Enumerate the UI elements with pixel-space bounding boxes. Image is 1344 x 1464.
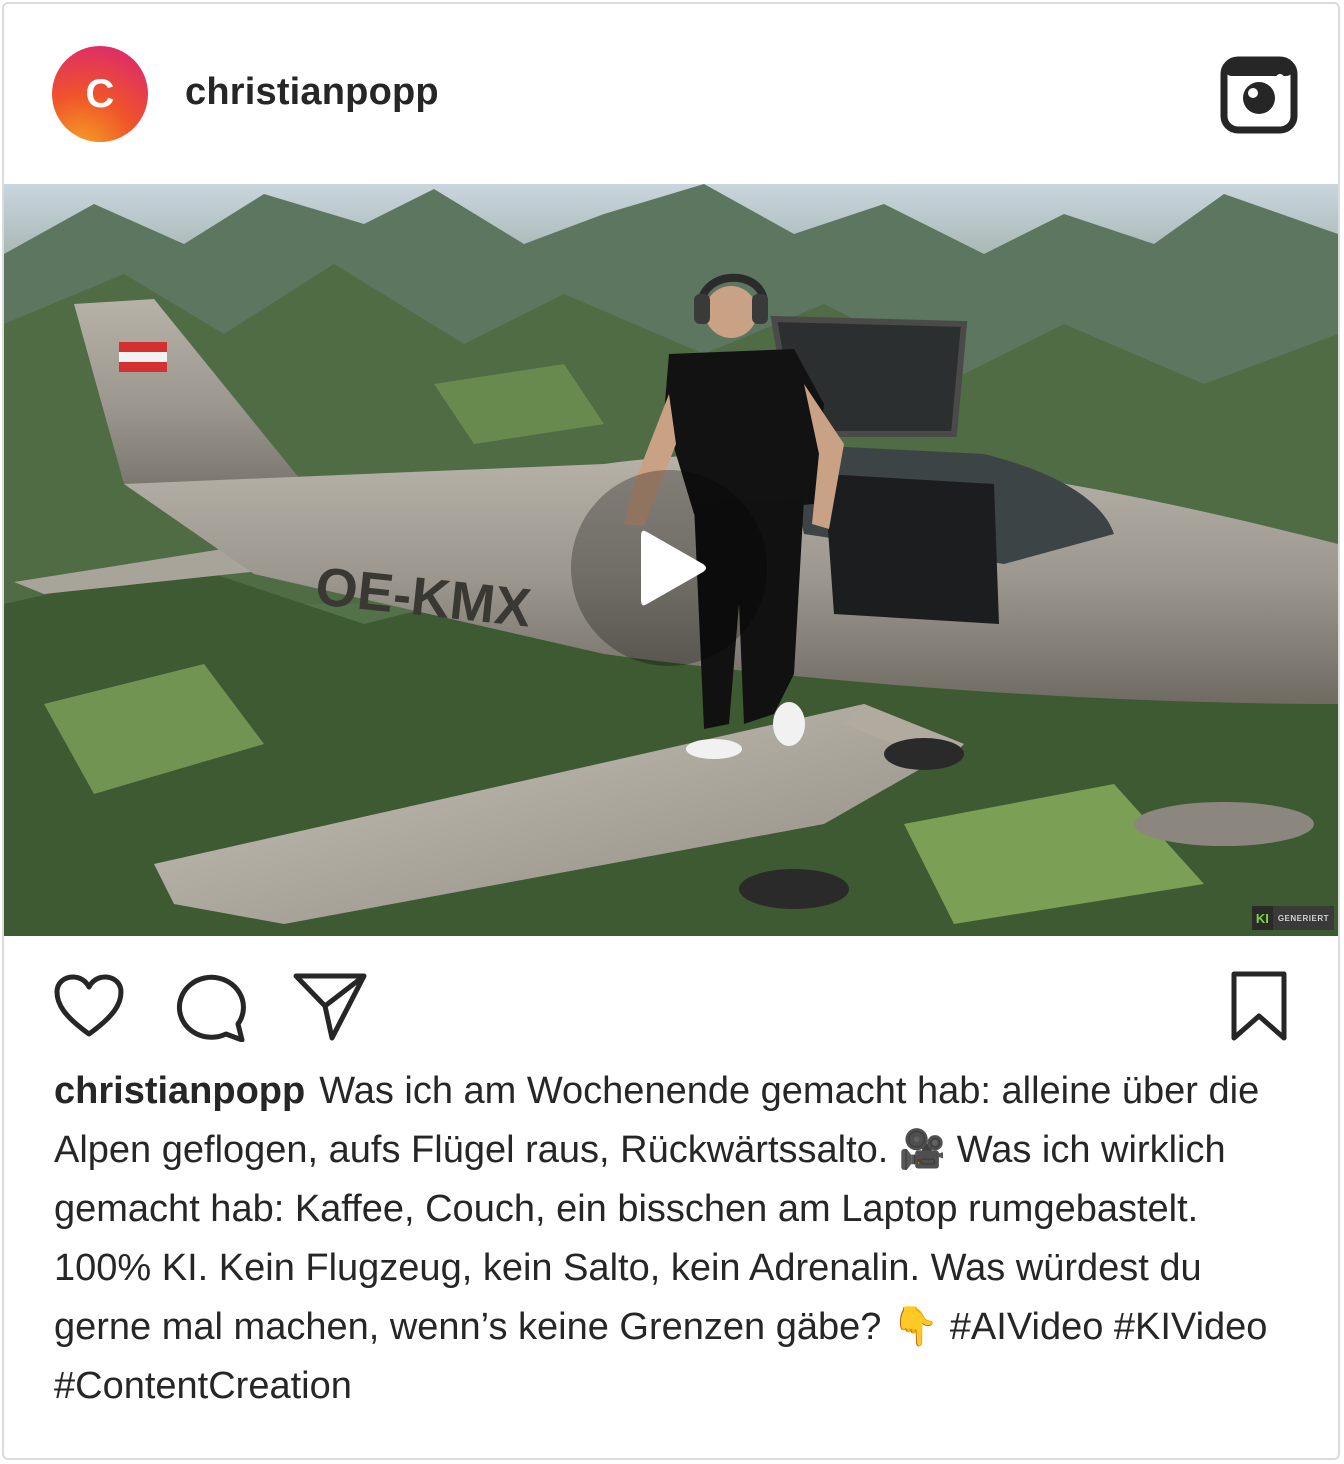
instagram-post-card: C christianpopp OE-KMX KI GENERIERT chri…	[2, 2, 1340, 1460]
ai-badge-ki: KI	[1251, 906, 1273, 930]
post-actions	[4, 936, 1338, 1066]
ai-badge-label: GENERIERT	[1272, 906, 1334, 930]
heart-icon[interactable]	[54, 974, 124, 1038]
username-link[interactable]: christianpopp	[185, 71, 439, 114]
instagram-icon[interactable]	[1220, 56, 1298, 134]
caption-author-link[interactable]: christianpopp	[54, 1070, 305, 1112]
comment-icon[interactable]	[172, 972, 248, 1042]
post-header: C christianpopp	[4, 4, 1338, 184]
post-caption: christianpopp Was ich am Wochenende gemac…	[54, 1062, 1304, 1416]
post-video[interactable]: OE-KMX KI GENERIERT	[4, 184, 1338, 936]
avatar[interactable]: C	[52, 46, 148, 142]
bookmark-icon[interactable]	[1226, 970, 1292, 1042]
play-icon[interactable]	[569, 468, 769, 668]
share-icon[interactable]	[292, 970, 368, 1042]
ai-generated-badge: KI GENERIERT	[1251, 906, 1334, 930]
caption-text: Was ich am Wochenende gemacht hab: allei…	[54, 1070, 1268, 1407]
avatar-initial: C	[85, 71, 115, 116]
